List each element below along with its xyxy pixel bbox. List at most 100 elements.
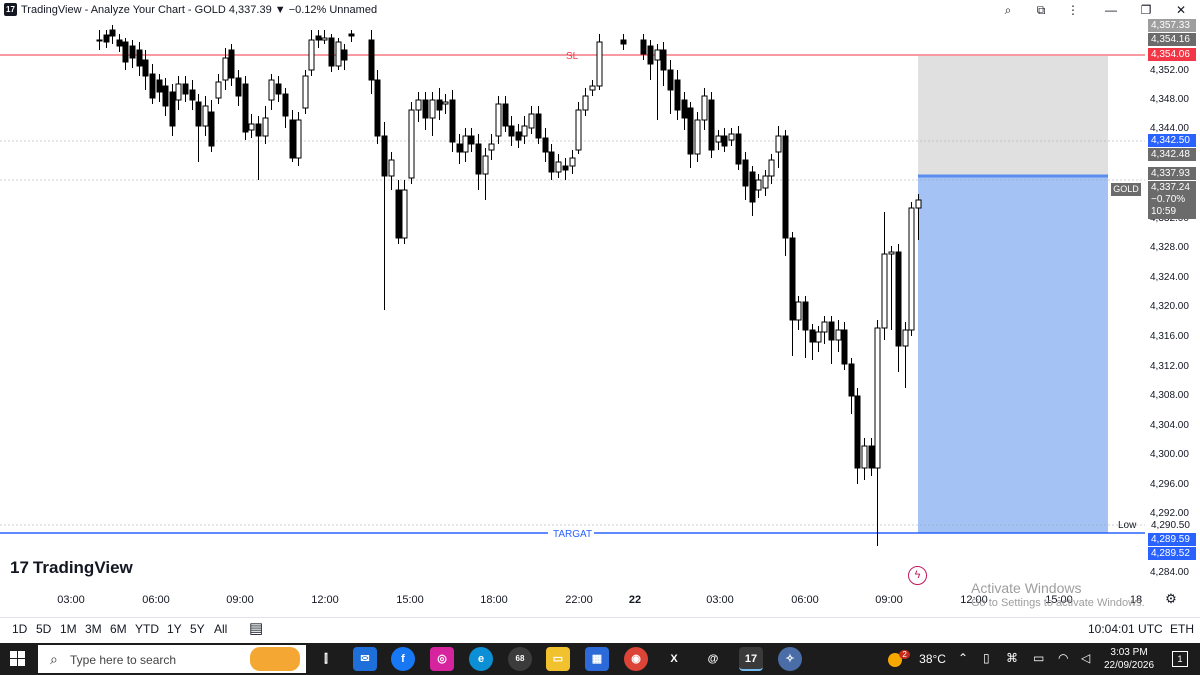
instagram-icon[interactable]: ◎ xyxy=(430,647,454,671)
candle-body xyxy=(569,157,576,167)
candle-body xyxy=(667,69,674,91)
candle-body xyxy=(908,207,915,331)
chrome-icon[interactable]: ◉ xyxy=(624,647,648,671)
tradingview-logo-icon: 17 xyxy=(4,3,17,16)
mail-icon[interactable]: ✉ xyxy=(353,647,377,671)
range-5d-button[interactable]: 5D xyxy=(36,622,51,636)
range-1m-button[interactable]: 1M xyxy=(60,622,77,636)
candle-body xyxy=(422,99,429,119)
candle-body xyxy=(562,165,569,171)
candle-body xyxy=(195,101,202,127)
windows-start-icon[interactable] xyxy=(10,651,26,667)
candle-body xyxy=(694,119,701,155)
network-icon[interactable]: ⌘ xyxy=(1006,651,1018,665)
wifi-icon[interactable]: ◠ xyxy=(1058,651,1068,665)
price-change: −0.70% xyxy=(1151,194,1186,205)
candle-body xyxy=(248,123,255,131)
price-tick: 4,352.00 xyxy=(1150,65,1189,76)
facebook-icon[interactable]: f xyxy=(391,647,415,671)
candle-body xyxy=(136,49,143,67)
candle-body xyxy=(762,175,769,189)
candle-body xyxy=(775,135,782,153)
search-icon[interactable]: ⌕ xyxy=(997,1,1019,19)
range-5y-button[interactable]: 5Y xyxy=(190,622,205,636)
price-tick: 4,304.00 xyxy=(1150,420,1189,431)
candle-body xyxy=(388,159,395,177)
utc-clock[interactable]: 10:04:01 UTC xyxy=(1088,622,1163,636)
price-tick: 4,320.00 xyxy=(1150,301,1189,312)
candle-body xyxy=(654,49,661,61)
battery-icon[interactable]: ▭ xyxy=(1033,651,1044,665)
more-icon[interactable]: ⋮ xyxy=(1062,1,1084,19)
candle-body xyxy=(495,103,502,137)
candle-body xyxy=(482,155,489,175)
notification-icon[interactable]: 1 xyxy=(1172,651,1188,667)
candle-body xyxy=(821,321,828,333)
candle-body xyxy=(436,99,443,111)
close-icon[interactable]: ✕ xyxy=(1170,1,1192,19)
activate-windows-watermark: Activate Windows Go to Settings to activ… xyxy=(971,580,1145,609)
profit-zone[interactable] xyxy=(918,176,1108,533)
candle-body xyxy=(742,159,749,187)
threads-icon[interactable]: @ xyxy=(701,647,725,671)
x-twitter-icon[interactable]: X xyxy=(662,647,686,671)
range-all-button[interactable]: All xyxy=(214,622,227,636)
sl-label: SL xyxy=(566,51,579,62)
store-icon[interactable]: ▦ xyxy=(585,647,609,671)
app-icon[interactable]: ✧ xyxy=(778,647,802,671)
candle-body xyxy=(868,445,875,469)
taskbar-clock[interactable]: 3:03 PM 22/09/2026 xyxy=(1104,646,1154,672)
candle-body xyxy=(782,135,789,239)
price-badge: 4,354.16 xyxy=(1148,33,1196,46)
time-tick: 18:00 xyxy=(480,594,508,606)
tradingview-brand[interactable]: 17 TradingView xyxy=(10,558,133,580)
taskbar-search-box[interactable]: ⌕ Type here to search xyxy=(38,645,306,673)
candle-body xyxy=(582,95,589,111)
edge-badge-icon[interactable]: 68 xyxy=(508,647,532,671)
task-view-icon[interactable]: ⫿ xyxy=(314,647,338,671)
candle-body xyxy=(789,237,796,321)
candle-body xyxy=(255,123,262,137)
loss-zone[interactable] xyxy=(918,56,1108,176)
tradingview-taskbar-icon[interactable]: 17 xyxy=(739,647,763,671)
minimize-icon[interactable]: — xyxy=(1100,1,1122,19)
range-3m-button[interactable]: 3M xyxy=(85,622,102,636)
candle-body xyxy=(308,39,315,71)
range-1y-button[interactable]: 1Y xyxy=(167,622,182,636)
candle-body xyxy=(768,159,775,177)
screenshot-icon[interactable]: ⧉ xyxy=(1030,1,1052,19)
volume-icon[interactable]: ◁ xyxy=(1081,651,1090,665)
window-title: TradingView - Analyze Your Chart - GOLD … xyxy=(21,4,378,16)
candle-body xyxy=(848,363,855,397)
date-range-calendar-icon[interactable]: ▤ xyxy=(249,619,263,637)
weather-widget[interactable]: 2 38°C xyxy=(888,650,946,667)
candle-body xyxy=(321,37,328,41)
show-hidden-icons-icon[interactable]: ⌃ xyxy=(958,651,968,665)
candle-body xyxy=(368,39,375,81)
time-tick: 22:00 xyxy=(565,594,593,606)
range-6m-button[interactable]: 6M xyxy=(110,622,127,636)
session-toggle[interactable]: ETH xyxy=(1170,622,1194,636)
candle-body xyxy=(116,39,123,47)
price-tick: 4,296.00 xyxy=(1150,479,1189,490)
file-explorer-icon[interactable]: ▭ xyxy=(546,647,570,671)
range-ytd-button[interactable]: YTD xyxy=(135,622,159,636)
candle-body xyxy=(515,131,522,141)
phone-link-icon[interactable]: ▯ xyxy=(983,651,990,665)
price-tick: 4,284.00 xyxy=(1150,567,1189,578)
price-chart[interactable]: SL TARGAT xyxy=(0,20,1200,585)
candle-body xyxy=(401,189,408,239)
candle-body xyxy=(828,321,835,341)
candle-body xyxy=(156,79,163,93)
low-price-badge: 4,290.50 xyxy=(1148,519,1196,532)
search-highlight-icon xyxy=(250,647,300,671)
edge-icon[interactable]: e xyxy=(469,647,493,671)
maximize-icon[interactable]: ❐ xyxy=(1135,1,1157,19)
lightning-icon[interactable]: ϟ xyxy=(908,566,927,585)
settings-gear-icon[interactable]: ⚙ xyxy=(1164,592,1178,606)
candle-body xyxy=(282,93,289,117)
candle-body xyxy=(235,77,242,97)
weather-badge: 2 xyxy=(899,650,910,659)
range-1d-button[interactable]: 1D xyxy=(12,622,27,636)
candle-body xyxy=(701,95,708,121)
